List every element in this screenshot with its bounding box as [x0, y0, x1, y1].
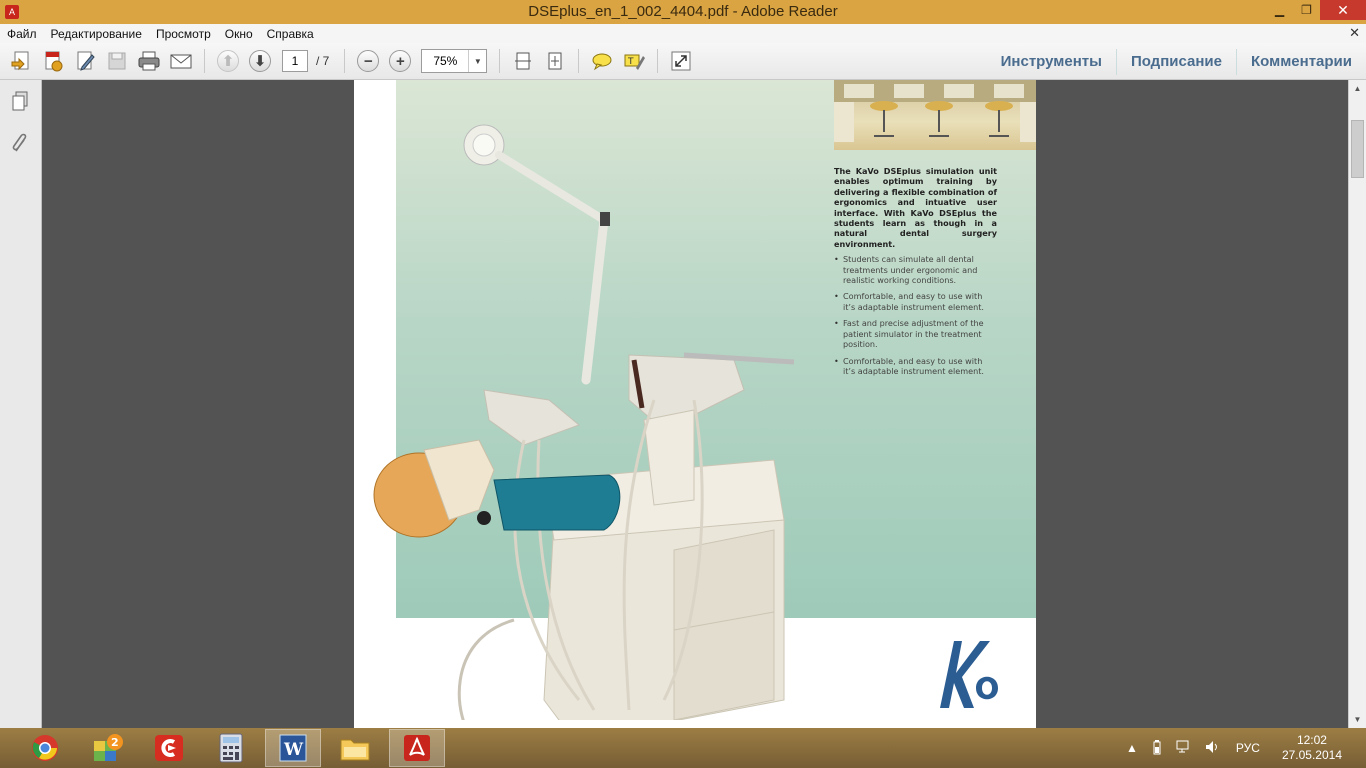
list-item: Comfortable, and easy to use with it’s a…: [834, 291, 997, 312]
plus-icon: +: [395, 52, 405, 70]
clock-date: 27.05.2014: [1281, 748, 1342, 762]
chevron-down-icon[interactable]: ▼: [468, 50, 486, 72]
tab-comment[interactable]: Комментарии: [1235, 48, 1366, 75]
taskbar-badge: 2: [111, 736, 119, 749]
fullscreen-icon[interactable]: [668, 48, 694, 74]
input-language[interactable]: РУС: [1236, 741, 1260, 755]
arrow-up-icon: ⬆: [221, 53, 235, 70]
page-number-input[interactable]: 1: [282, 50, 308, 72]
menu-edit[interactable]: Редактирование: [44, 27, 149, 41]
menu-close-icon[interactable]: ✕: [1349, 25, 1360, 41]
close-button[interactable]: ✕: [1320, 0, 1366, 20]
dental-unit-image: [373, 124, 795, 720]
show-hidden-icons-icon[interactable]: ▲: [1126, 741, 1138, 755]
taskbar-word[interactable]: W: [265, 729, 321, 767]
clinic-photo: [834, 80, 1036, 150]
page-total: / 7: [316, 54, 330, 68]
page-thumbnails-icon[interactable]: [7, 88, 33, 114]
volume-icon[interactable]: [1204, 739, 1220, 758]
taskbar-maps[interactable]: 2: [79, 729, 135, 767]
word-icon: W: [279, 734, 307, 762]
folder-icon: [340, 739, 370, 761]
toolbar-separator: [204, 49, 205, 73]
scroll-mode-icon[interactable]: [510, 48, 536, 74]
save-icon[interactable]: [104, 48, 130, 74]
scrollbar-thumb[interactable]: [1351, 120, 1364, 178]
list-item: Comfortable, and easy to use with it’s a…: [834, 356, 997, 377]
product-description: The KaVo DSEplus simulation unit ena­ble…: [834, 166, 997, 382]
chrome-icon: [32, 735, 58, 761]
menu-help[interactable]: Справка: [260, 27, 321, 41]
svg-text:W: W: [283, 740, 304, 760]
tab-tools[interactable]: Инструменты: [987, 49, 1116, 75]
toolbar-separator: [578, 49, 580, 73]
power-icon[interactable]: [1150, 739, 1164, 758]
description-intro: The KaVo DSEplus simulation unit ena­ble…: [834, 166, 997, 249]
menu-window[interactable]: Окно: [218, 27, 260, 41]
document-viewport[interactable]: The KaVo DSEplus simulation unit ena­ble…: [42, 80, 1348, 728]
restore-button[interactable]: ❐: [1293, 0, 1320, 20]
adobe-reader-icon: [404, 735, 430, 761]
navigation-pane: [0, 80, 42, 728]
scroll-down-icon[interactable]: ▼: [1349, 711, 1366, 728]
taskbar-chrome[interactable]: [17, 729, 73, 767]
taskbar-explorer[interactable]: [327, 729, 383, 767]
vertical-scrollbar[interactable]: ▲ ▼: [1348, 80, 1366, 728]
zoom-in-button[interactable]: +: [389, 50, 412, 72]
red-app-icon: [155, 735, 183, 761]
list-item: Students can simulate all dental treatme…: [834, 254, 997, 285]
export-pdf-icon[interactable]: [40, 48, 66, 74]
print-icon[interactable]: [136, 48, 162, 74]
menu-file[interactable]: Файл: [0, 27, 44, 41]
calculator-icon: [219, 733, 243, 763]
window-controls: ▁ ❐ ✕: [1266, 0, 1366, 20]
kavo-logo: [940, 641, 998, 708]
taskbar-app-red[interactable]: [141, 729, 197, 767]
highlight-text-icon[interactable]: T: [621, 48, 647, 74]
taskbar-calculator[interactable]: [203, 729, 259, 767]
toolbar-separator: [499, 49, 501, 73]
previous-page-button[interactable]: ⬆: [217, 50, 239, 72]
comment-icon[interactable]: [589, 48, 615, 74]
scroll-up-icon[interactable]: ▲: [1349, 80, 1366, 97]
list-item: Fast and precise adjustment of the patie…: [834, 318, 997, 349]
zoom-value: 75%: [433, 54, 458, 68]
network-icon[interactable]: [1176, 739, 1192, 758]
zoom-out-button[interactable]: −: [357, 50, 380, 72]
system-tray: ▲ РУС 12:02 27.05.2014: [1120, 728, 1366, 768]
arrow-down-icon: ⬇: [253, 53, 267, 70]
taskbar-adobe-reader[interactable]: [389, 729, 445, 767]
windows-taskbar: 2 W ▲ РУС 12:02 27.05.2014: [0, 728, 1366, 768]
tab-sign[interactable]: Подписание: [1115, 48, 1236, 75]
email-icon[interactable]: [168, 48, 194, 74]
toolbar-separator: [344, 49, 346, 73]
menu-view[interactable]: Просмотр: [149, 27, 218, 41]
feature-list: Students can simulate all dental treatme…: [834, 254, 997, 376]
next-page-button[interactable]: ⬇: [249, 50, 271, 72]
pdf-page: The KaVo DSEplus simulation unit ena­ble…: [354, 80, 1036, 728]
clock-time: 12:02: [1296, 733, 1327, 747]
window-title: DSEplus_en_1_002_4404.pdf - Adobe Reader: [528, 3, 838, 20]
clock[interactable]: 12:02 27.05.2014: [1282, 733, 1342, 763]
title-bar: A DSEplus_en_1_002_4404.pdf - Adobe Read…: [0, 0, 1366, 24]
fit-page-icon[interactable]: [542, 48, 568, 74]
create-pdf-icon[interactable]: [8, 48, 34, 74]
minus-icon: −: [363, 52, 373, 70]
menu-bar: Файл Редактирование Просмотр Окно Справк…: [0, 24, 1366, 43]
attachments-icon[interactable]: [7, 130, 33, 156]
minimize-button[interactable]: ▁: [1266, 0, 1293, 20]
zoom-select[interactable]: 75% ▼: [421, 49, 488, 73]
right-panel-tabs: Инструменты Подписание Комментарии: [987, 43, 1366, 80]
main-toolbar: ⬆ ⬇ 1 / 7 − + 75% ▼ T Инструменты Подпис…: [0, 43, 1366, 80]
toolbar-separator: [657, 49, 659, 73]
svg-text:T: T: [627, 57, 634, 67]
edit-pdf-icon[interactable]: [72, 48, 98, 74]
map-app-icon: 2: [94, 734, 123, 761]
